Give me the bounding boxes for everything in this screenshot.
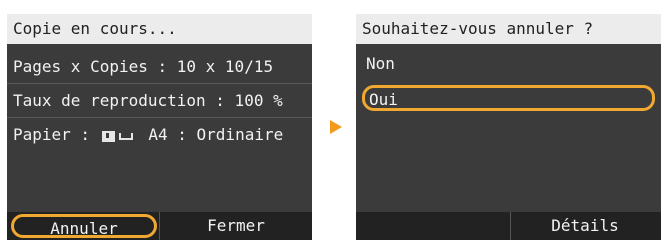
copy-status-screen: Copie en cours... Pages x Copies : 10 x …	[7, 14, 312, 240]
paper-type: Ordinaire	[196, 125, 284, 144]
cancel-confirm-screen: Souhaitez-vous annuler ? Non Oui Détails	[356, 14, 661, 240]
button-divider	[159, 212, 160, 240]
option-yes[interactable]: Oui	[362, 85, 655, 111]
option-no[interactable]: Non	[362, 52, 655, 78]
paper-source-icons	[101, 119, 133, 153]
details-button[interactable]: Détails	[512, 214, 658, 238]
pages-copies-row: Pages x Copies : 10 x 10/15	[7, 50, 312, 84]
reproduction-ratio-row: Taux de reproduction : 100 %	[7, 84, 312, 118]
paper-size: A4	[148, 125, 168, 144]
next-arrow-icon	[330, 120, 342, 134]
bottom-button-bar: Détails	[356, 212, 661, 240]
cancel-button[interactable]: Annuler	[11, 214, 157, 238]
paper-separator: :	[177, 125, 187, 144]
paper-tray-icon	[118, 132, 133, 140]
button-divider	[510, 212, 511, 240]
close-button[interactable]: Fermer	[163, 214, 309, 238]
bottom-button-bar: Annuler Fermer	[7, 212, 312, 240]
paper-row: Papier : A4 : Ordinaire	[7, 118, 312, 152]
paper-cassette-icon	[101, 130, 115, 142]
screen-title: Souhaitez-vous annuler ?	[356, 14, 661, 44]
paper-label: Papier :	[13, 125, 91, 144]
screen-title: Copie en cours...	[7, 14, 312, 44]
